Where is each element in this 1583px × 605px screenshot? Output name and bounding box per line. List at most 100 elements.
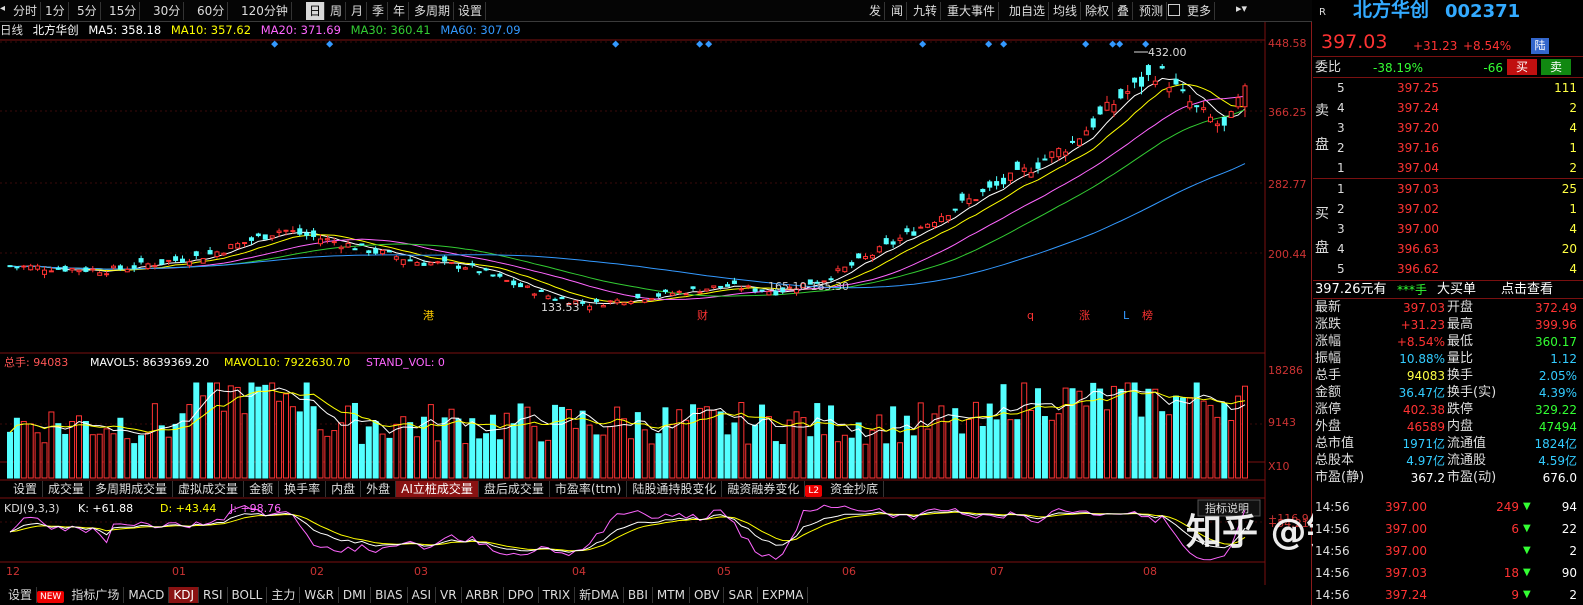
event-diamond-icon[interactable] (326, 40, 334, 48)
toolbar-tab-0[interactable]: 分时 (10, 2, 42, 20)
indicator-tab-4[interactable]: 金额 (244, 481, 280, 497)
toolbar-tab-11[interactable]: 年 (390, 2, 410, 20)
bottom-tab-10[interactable]: ASI (408, 587, 437, 603)
bottom-tab-1[interactable]: 指标广场 (67, 587, 125, 603)
indicator-tab-9[interactable]: 盘后成交量 (479, 481, 550, 497)
toolbar-tab-10[interactable]: 季 (369, 2, 389, 20)
toolbar-right-4[interactable]: 加自选 (1006, 2, 1050, 20)
bottom-tab-8[interactable]: DMI (339, 587, 372, 603)
toolbar-tab-12[interactable]: 多周期 (411, 2, 455, 20)
indicator-tab-13[interactable]: 资金抄底 (825, 481, 885, 497)
toolbar-tab-6[interactable]: 120分钟 (238, 2, 292, 20)
indicator-tab-1[interactable]: 成交量 (43, 481, 91, 497)
bottom-tab-14[interactable]: TRIX (539, 587, 576, 603)
indicator-tab-11[interactable]: 陆股通持股变化 (627, 481, 723, 497)
event-diamond-icon[interactable] (271, 40, 279, 48)
candle-body (1145, 65, 1151, 75)
bottom-tab-15[interactable]: 新DMA (575, 587, 624, 603)
event-diamond-icon[interactable] (1109, 40, 1117, 48)
toolbar-right-3[interactable]: 重大事件 (944, 2, 1000, 20)
event-diamond-icon[interactable] (612, 40, 620, 48)
volume-bar (234, 386, 241, 479)
toolbar-tab-13[interactable]: 设置 (455, 2, 487, 20)
bottom-tab-13[interactable]: DPO (504, 587, 539, 603)
candle-body (311, 230, 317, 237)
event-marker[interactable]: 涨 (1079, 309, 1090, 322)
toolbar-tab-3[interactable]: 15分 (106, 2, 141, 20)
bottom-tab-16[interactable]: BBI (624, 587, 653, 603)
indicator-tab-2[interactable]: 多周期成交量 (90, 481, 174, 497)
toolbar-tab-5[interactable]: 60分 (194, 2, 229, 20)
toolbar-right-5[interactable]: 均线 (1050, 2, 1082, 20)
buy-button[interactable]: 买 (1507, 59, 1537, 75)
toolbar-right-8[interactable]: 预测 (1136, 2, 1168, 20)
kdj-header-3: J: +98.76 (229, 502, 281, 515)
indicator-tab-12[interactable]: 融资融券变化 (722, 481, 806, 497)
bottom-tab-4[interactable]: RSI (199, 587, 228, 603)
bottom-tab-7[interactable]: W&R (300, 587, 339, 603)
event-marker[interactable]: q (1027, 309, 1034, 322)
bottom-tab-17[interactable]: MTM (653, 587, 690, 603)
volume-bar (614, 406, 621, 479)
bottom-tab-2[interactable]: MACD (124, 587, 170, 603)
bottom-tab-5[interactable]: BOLL (228, 587, 268, 603)
candle-body (794, 288, 800, 294)
tick-time: 14:56 (1315, 544, 1350, 558)
event-diamond-icon[interactable] (1116, 40, 1124, 48)
mavol10-line (9, 389, 1246, 433)
toolbar-right-2[interactable]: 九转 (910, 2, 942, 20)
next-arrow-icon[interactable]: ▸▾ (1236, 2, 1247, 15)
indicator-tab-7[interactable]: 外盘 (361, 481, 397, 497)
toolbar-tab-8[interactable]: 周 (327, 2, 347, 20)
kline-chart-svg[interactable]: 448.58 366.25 282.77 200.44 432.00 133.53 165.… (0, 0, 1312, 605)
toolbar-tab-7[interactable]: 日 (306, 2, 326, 20)
volume-bar (1055, 413, 1062, 479)
indicator-tab-0[interactable]: 设置 (8, 481, 44, 497)
click-view-link[interactable]: 点击查看 (1501, 282, 1571, 298)
indicator-tab-8[interactable]: AI立桩成交量 (396, 481, 479, 497)
toolbar-tab-2[interactable]: 5分 (74, 2, 101, 20)
window-icon[interactable] (1168, 4, 1180, 16)
toolbar-right-9[interactable]: 更多 (1184, 2, 1216, 20)
bottom-tab-0[interactable]: 设置 (4, 587, 38, 603)
event-diamond-icon[interactable] (985, 40, 993, 48)
toolbar-right-1[interactable]: 闻 (888, 2, 908, 20)
indicator-tab-6[interactable]: 内盘 (326, 481, 362, 497)
indicator-tab-3[interactable]: 虚拟成交量 (173, 481, 245, 497)
toolbar-right-0[interactable]: 发 (866, 2, 886, 20)
toolbar-tab-9[interactable]: 月 (348, 2, 368, 20)
event-marker[interactable]: L (1123, 309, 1130, 322)
bottom-tab-20[interactable]: EXPMA (758, 587, 809, 603)
candle-body (159, 259, 165, 265)
event-diamond-icon[interactable] (919, 40, 927, 48)
volume-bar (917, 402, 924, 479)
indicator-tab-10[interactable]: 市盈率(ttm) (550, 481, 628, 497)
weibi-value: -38.19% (1373, 61, 1424, 75)
bottom-tab-19[interactable]: SAR (724, 587, 758, 603)
volume-bar (455, 418, 462, 479)
bottom-tab-6[interactable]: 主力 (267, 587, 301, 603)
event-marker[interactable]: 港 (423, 309, 434, 322)
toolbar-right-7[interactable]: 叠 (1114, 2, 1134, 20)
bottom-tab-12[interactable]: ARBR (462, 587, 504, 603)
event-diamond-icon[interactable] (1142, 40, 1150, 48)
bottom-tab-3[interactable]: KDJ (169, 587, 199, 603)
candle-body (138, 258, 144, 263)
candle-body (773, 290, 779, 296)
bottom-tab-11[interactable]: VR (436, 587, 462, 603)
event-diamond-icon[interactable] (696, 40, 704, 48)
bottom-tab-18[interactable]: OBV (690, 587, 725, 603)
event-diamond-icon[interactable] (1000, 40, 1008, 48)
event-diamond-icon[interactable] (1082, 40, 1090, 48)
indicator-tab-5[interactable]: 换手率 (279, 481, 327, 497)
event-marker[interactable]: 财 (697, 308, 708, 322)
toolbar-right-6[interactable]: 除权 (1082, 2, 1114, 20)
toolbar-tab-1[interactable]: 1分 (42, 2, 69, 20)
toolbar-tab-4[interactable]: 30分 (150, 2, 185, 20)
event-diamond-icon[interactable] (705, 40, 713, 48)
event-marker[interactable]: 榜 (1142, 308, 1153, 322)
bottom-tab-9[interactable]: BIAS (371, 587, 408, 603)
sell-button[interactable]: 卖 (1541, 59, 1571, 75)
prev-arrow-icon[interactable]: ◂ (0, 3, 9, 19)
tick-count: 22 (1561, 522, 1577, 536)
